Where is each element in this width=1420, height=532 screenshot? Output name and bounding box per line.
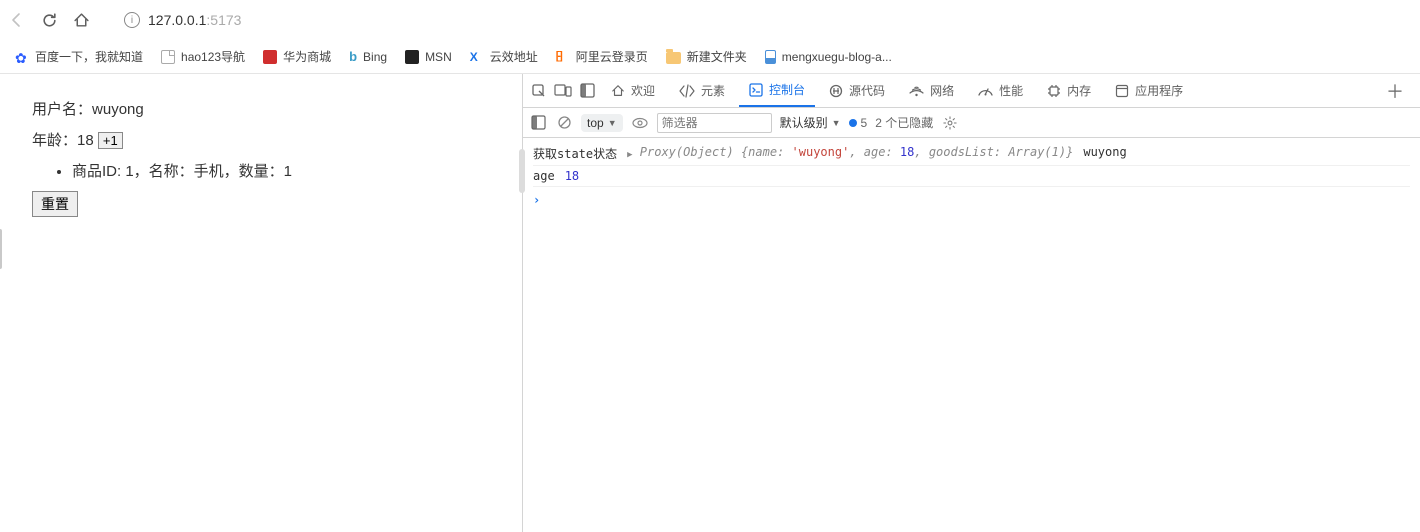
clear-console-icon[interactable] (555, 114, 573, 132)
tab-console[interactable]: 控制台 (739, 74, 815, 107)
hidden-count[interactable]: 2 个已隐藏 (875, 114, 933, 131)
baidu-icon: ✿ (15, 50, 29, 64)
tab-sources[interactable]: 源代码 (819, 74, 895, 107)
device-toggle-icon[interactable] (553, 81, 573, 101)
live-expression-icon[interactable] (631, 114, 649, 132)
tab-memory[interactable]: 内存 (1037, 74, 1101, 107)
bookmark-mengxuegu[interactable]: mengxuegu-blog-a... (765, 50, 892, 64)
reset-button[interactable]: 重置 (32, 191, 78, 217)
tab-welcome[interactable]: 欢迎 (601, 74, 665, 107)
bookmark-bing[interactable]: bBing (349, 49, 387, 64)
devtools-panel: 欢迎 元素 控制台 源代码 网络 性能 (523, 74, 1420, 532)
bookmark-huawei[interactable]: 华为商城 (263, 48, 331, 65)
tab-performance[interactable]: 性能 (968, 74, 1033, 107)
inspect-icon[interactable] (529, 81, 549, 101)
bookmark-aliyun[interactable]: [-]阿里云登录页 (556, 48, 648, 65)
blog-icon (765, 50, 776, 64)
console-prompt[interactable]: › (533, 187, 1410, 207)
bookmark-yunxiao[interactable]: X云效地址 (470, 48, 538, 65)
issues-indicator[interactable]: 5 (849, 116, 868, 130)
tab-network[interactable]: 网络 (899, 74, 964, 107)
tab-elements[interactable]: 元素 (669, 74, 735, 107)
console-toolbar: top▼ 默认级别▼ 5 2 个已隐藏 (523, 108, 1420, 138)
add-tab-button[interactable]: ＋ (1376, 78, 1414, 104)
age-line: 年龄：18 +1 (32, 129, 490, 150)
msn-icon (405, 50, 419, 64)
back-icon[interactable] (8, 11, 26, 29)
bookmark-msn[interactable]: MSN (405, 50, 452, 64)
log-row[interactable]: age 18 (533, 166, 1410, 187)
address-bar[interactable]: i 127.0.0.1:5173 (124, 12, 1412, 28)
bookmark-baidu[interactable]: ✿百度一下，我就知道 (15, 48, 143, 65)
context-selector[interactable]: top▼ (581, 114, 623, 132)
home-icon[interactable] (72, 11, 90, 29)
aliyun-icon: [-] (556, 50, 570, 64)
bookmark-hao123[interactable]: hao123导航 (161, 48, 245, 65)
toggle-sidebar-icon[interactable] (529, 114, 547, 132)
resize-handle-left[interactable] (0, 229, 2, 269)
console-output: 获取state状态 ▶ Proxy(Object) {name: 'wuyong… (523, 138, 1420, 532)
tab-application[interactable]: 应用程序 (1105, 74, 1193, 107)
expand-arrow-icon[interactable]: ▶ (627, 150, 632, 160)
increment-button[interactable]: +1 (98, 132, 123, 149)
yunxiao-icon: X (470, 50, 484, 64)
issue-dot-icon (849, 119, 857, 127)
object-expand[interactable]: ▶ Proxy(Object) {name: 'wuyong', age: 18… (627, 145, 1073, 159)
bookmarks-bar: ✿百度一下，我就知道 hao123导航 华为商城 bBing MSN X云效地址… (0, 40, 1420, 74)
log-level-selector[interactable]: 默认级别▼ (780, 114, 841, 131)
reload-icon[interactable] (40, 11, 58, 29)
goods-item: 商品ID: 1，名称：手机，数量：1 (72, 160, 490, 181)
filter-input[interactable] (657, 113, 772, 133)
site-info-icon[interactable]: i (124, 12, 140, 28)
resize-handle-right[interactable] (519, 149, 525, 193)
huawei-icon (263, 50, 277, 64)
page-content: 用户名：wuyong 年龄：18 +1 商品ID: 1，名称：手机，数量：1 重… (0, 74, 523, 532)
console-settings-icon[interactable] (941, 114, 959, 132)
bing-icon: b (349, 49, 357, 64)
page-icon (161, 50, 175, 64)
devtools-tabstrip: 欢迎 元素 控制台 源代码 网络 性能 (523, 74, 1420, 108)
url-text: 127.0.0.1:5173 (148, 12, 241, 28)
dock-icon[interactable] (577, 81, 597, 101)
username-line: 用户名：wuyong (32, 98, 490, 119)
log-row[interactable]: 获取state状态 ▶ Proxy(Object) {name: 'wuyong… (533, 142, 1410, 166)
bookmark-newfolder[interactable]: 新建文件夹 (666, 48, 747, 65)
browser-nav-bar: i 127.0.0.1:5173 (0, 0, 1420, 40)
folder-icon (666, 52, 681, 64)
